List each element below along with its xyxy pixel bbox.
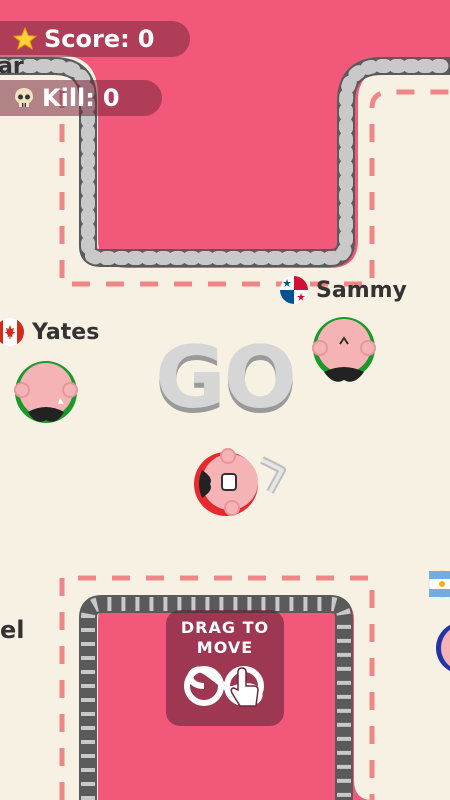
player-name-fragment-edge: el bbox=[0, 616, 25, 644]
player-name-tag-sammy: Sammy bbox=[280, 276, 407, 304]
player-name-yates: Yates bbox=[32, 319, 100, 345]
kill-value: 0 bbox=[102, 84, 120, 112]
clipped-name-fragment: ar bbox=[0, 54, 24, 79]
kill-label: Kill: bbox=[42, 84, 95, 112]
drag-to-move-hint: DRAG TO MOVE bbox=[166, 610, 284, 726]
star-icon bbox=[12, 26, 38, 52]
panama-flag-icon bbox=[280, 276, 308, 304]
score-label: Score: bbox=[44, 25, 130, 53]
skull-icon bbox=[12, 86, 36, 110]
score-value: 0 bbox=[137, 25, 155, 53]
argentina-flag-icon bbox=[428, 570, 450, 598]
score-display: Score: 0 bbox=[0, 21, 190, 57]
canada-flag-icon bbox=[0, 318, 24, 346]
player-yates-avatar bbox=[14, 361, 78, 423]
kill-display: ar Kill: 0 bbox=[0, 54, 162, 116]
hint-line-1: DRAG TO bbox=[180, 618, 270, 637]
player-name-sammy: Sammy bbox=[316, 277, 407, 303]
player-name-fragment: el bbox=[0, 616, 25, 644]
player-name-tag-yates: Yates bbox=[0, 318, 99, 346]
go-banner: GO bbox=[155, 328, 297, 428]
hint-line-2: MOVE bbox=[196, 638, 254, 657]
infinity-icon bbox=[184, 666, 264, 707]
